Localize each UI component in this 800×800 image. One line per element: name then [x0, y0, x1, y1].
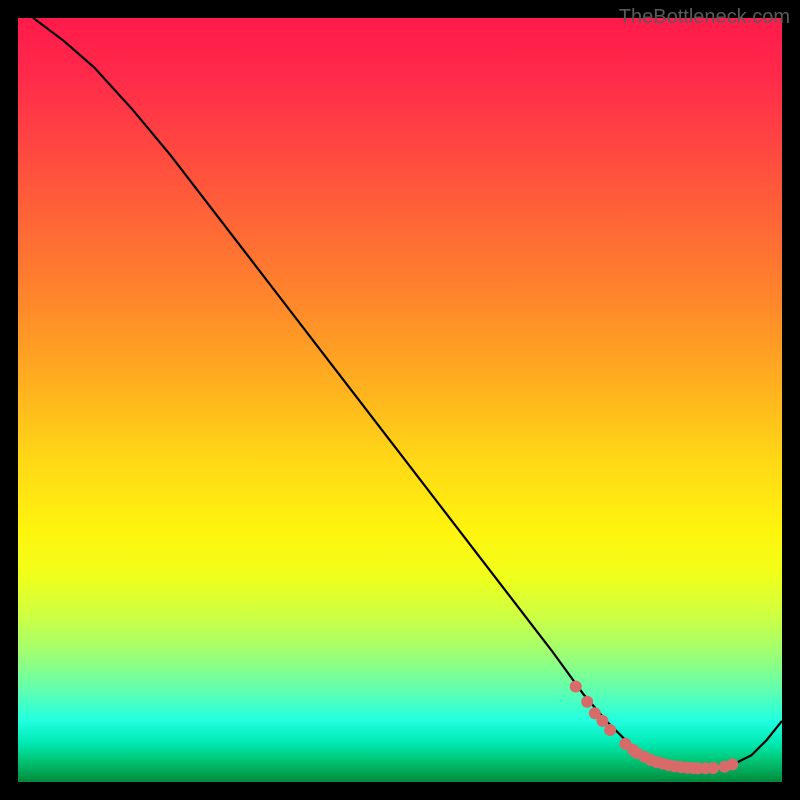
marker-dot	[707, 762, 719, 774]
marker-dot	[596, 715, 608, 727]
marker-dot	[581, 696, 593, 708]
marker-dot	[570, 681, 582, 693]
marker-dot	[604, 724, 616, 736]
plot-area	[18, 18, 782, 782]
chart-overlay	[18, 18, 782, 782]
watermark-text: TheBottleneck.com	[619, 6, 790, 29]
curve-line	[33, 18, 782, 768]
highlight-markers	[570, 681, 739, 775]
marker-dot	[726, 758, 738, 770]
